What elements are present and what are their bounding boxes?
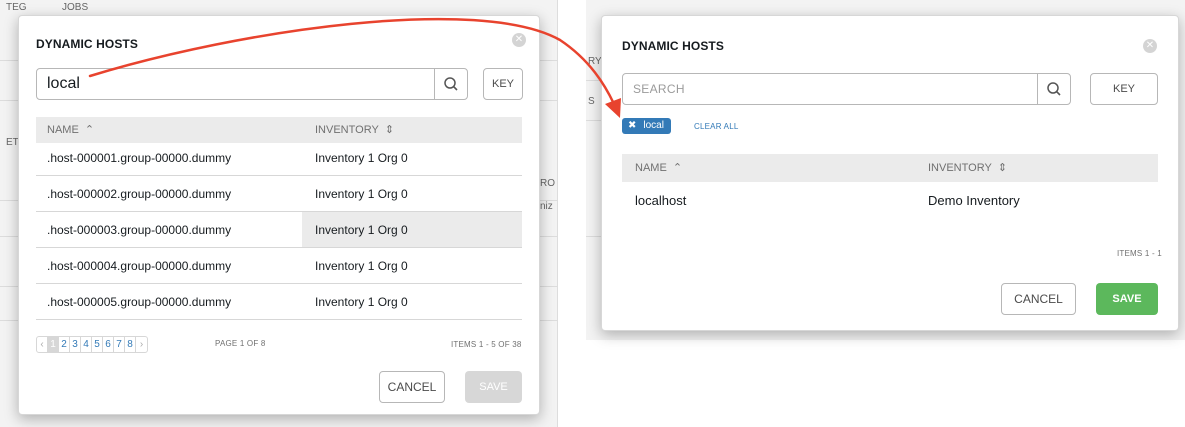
table-row[interactable]: .host-000004.group-00000.dummy Inventory… <box>36 248 522 284</box>
close-icon[interactable]: ✕ <box>1143 39 1157 53</box>
pagination-next[interactable]: › <box>136 337 147 352</box>
background-text: S <box>588 96 595 107</box>
pagination-page[interactable]: 2 <box>59 337 70 352</box>
table-row[interactable]: .host-000005.group-00000.dummy Inventory… <box>36 284 522 320</box>
modal-title: DYNAMIC HOSTS <box>36 37 138 51</box>
search-button[interactable] <box>1037 74 1070 104</box>
search-input[interactable]: local <box>36 68 468 100</box>
inventory-cell: Inventory 1 Org 0 <box>315 295 408 309</box>
background-text: RO <box>540 178 555 189</box>
items-count: ITEMS 1 - 1 <box>1117 249 1162 258</box>
pagination-prev[interactable]: ‹ <box>37 337 48 352</box>
page-indicator: PAGE 1 OF 8 <box>215 339 266 348</box>
background-text: RY <box>588 56 602 67</box>
inventory-cell: Demo Inventory <box>928 193 1020 208</box>
sort-icon: ⇕ <box>384 124 395 136</box>
column-header-inventory[interactable]: INVENTORY ⇕ <box>928 154 1007 182</box>
search-icon <box>1047 82 1061 96</box>
items-count: ITEMS 1 - 5 OF 38 <box>451 340 522 349</box>
search-input-value: local <box>47 75 80 92</box>
search-button[interactable] <box>434 69 467 99</box>
pagination-page[interactable]: 7 <box>114 337 125 352</box>
sort-ascending-icon: ⌃ <box>84 124 95 136</box>
table-row[interactable]: .host-000002.group-00000.dummy Inventory… <box>36 176 522 212</box>
key-button[interactable]: KEY <box>1090 73 1158 105</box>
inventory-cell: Inventory 1 Org 0 <box>315 259 408 273</box>
search-input[interactable]: SEARCH <box>622 73 1071 105</box>
pagination-page[interactable]: 8 <box>125 337 136 352</box>
search-placeholder: SEARCH <box>633 82 685 96</box>
column-header-name[interactable]: NAME ⌃ <box>635 154 682 182</box>
column-header-inventory-label: INVENTORY <box>315 124 379 136</box>
save-button[interactable]: SAVE <box>1096 283 1158 315</box>
inventory-cell: Inventory 1 Org 0 <box>315 151 408 165</box>
table-row[interactable]: .host-000003.group-00000.dummy Inventory… <box>36 212 522 248</box>
key-button[interactable]: KEY <box>483 68 523 100</box>
dynamic-hosts-modal-before: DYNAMIC HOSTS ✕ local KEY NAME ⌃ INVENTO… <box>18 15 540 415</box>
modal-title: DYNAMIC HOSTS <box>622 39 724 53</box>
close-icon[interactable]: ✕ <box>512 33 526 47</box>
pagination-page[interactable]: 3 <box>70 337 81 352</box>
host-name-cell: localhost <box>635 193 687 208</box>
table-row[interactable]: localhost Demo Inventory <box>622 182 1158 220</box>
table-header: NAME ⌃ INVENTORY ⇕ <box>622 154 1158 182</box>
background-text: niz <box>540 201 553 212</box>
pagination-page[interactable]: 4 <box>81 337 92 352</box>
pagination-page[interactable]: 6 <box>103 337 114 352</box>
cancel-button[interactable]: CANCEL <box>1001 283 1076 315</box>
clear-all-link[interactable]: CLEAR ALL <box>694 122 739 131</box>
inventory-cell: Inventory 1 Org 0 <box>315 223 408 237</box>
search-icon <box>444 77 458 91</box>
host-name-cell: .host-000002.group-00000.dummy <box>47 187 232 201</box>
background-text: TEG <box>6 2 27 13</box>
column-header-name-label: NAME <box>635 162 667 174</box>
dynamic-hosts-modal-after: DYNAMIC HOSTS ✕ SEARCH KEY ✖ local CLEAR … <box>601 15 1179 331</box>
pagination-page[interactable]: 5 <box>92 337 103 352</box>
inventory-cell: Inventory 1 Org 0 <box>315 187 408 201</box>
pagination: ‹ 1 2 3 4 5 6 7 8 › <box>36 336 148 353</box>
host-name-cell: .host-000003.group-00000.dummy <box>47 223 232 237</box>
pagination-page[interactable]: 1 <box>48 337 59 352</box>
sort-ascending-icon: ⌃ <box>672 162 683 174</box>
background-text: JOBS <box>62 2 89 13</box>
filter-tag-label: local <box>643 120 664 131</box>
sort-icon: ⇕ <box>997 162 1008 174</box>
host-name-cell: .host-000005.group-00000.dummy <box>47 295 232 309</box>
column-header-inventory-label: INVENTORY <box>928 162 992 174</box>
active-filter-tag[interactable]: ✖ local <box>622 118 671 134</box>
remove-filter-icon[interactable]: ✖ <box>628 120 636 131</box>
host-name-cell: .host-000001.group-00000.dummy <box>47 151 232 165</box>
cancel-button[interactable]: CANCEL <box>379 371 445 403</box>
host-name-cell: .host-000004.group-00000.dummy <box>47 259 232 273</box>
column-header-name-label: NAME <box>47 124 79 136</box>
save-button-disabled[interactable]: SAVE <box>465 371 522 403</box>
background-text: ET <box>6 137 19 148</box>
table-row[interactable]: .host-000001.group-00000.dummy Inventory… <box>36 140 522 176</box>
